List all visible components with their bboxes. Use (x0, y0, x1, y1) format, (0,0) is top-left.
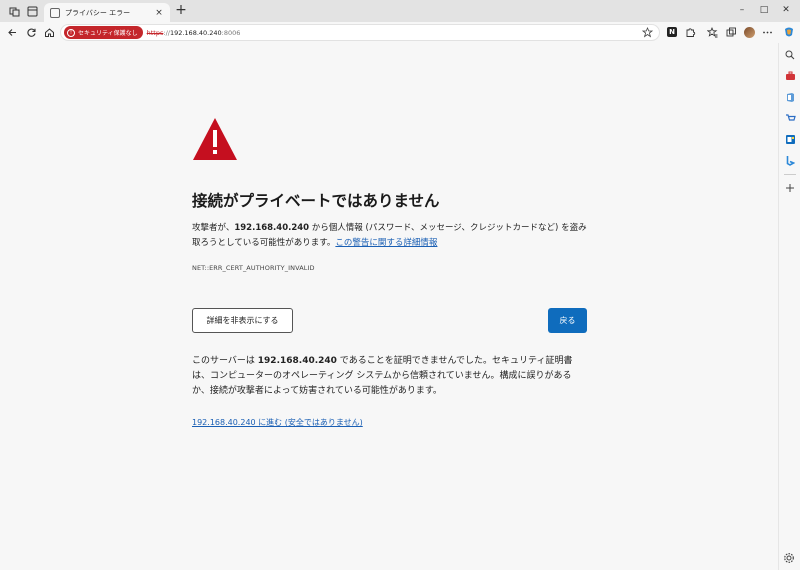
para1-prefix: 攻撃者が、 (192, 223, 235, 233)
security-badge-label: セキュリティ保護なし (78, 30, 138, 37)
warning-triangle-icon (193, 118, 237, 160)
office-icon (786, 92, 794, 102)
arrow-left-icon (7, 28, 16, 36)
sidebar-outlook-button[interactable] (784, 133, 796, 145)
security-badge[interactable]: ! セキュリティ保護なし (64, 26, 143, 39)
sidebar-divider (784, 174, 796, 175)
close-window-button[interactable]: ✕ (778, 3, 794, 17)
proceed-unsafe-link[interactable]: 192.168.40.240 に進む (安全ではありません) (192, 417, 363, 428)
n-icon: N (667, 27, 677, 37)
favorites-icon (706, 26, 717, 37)
home-button[interactable] (42, 25, 56, 39)
sidebar-office-button[interactable] (784, 91, 796, 103)
gear-icon[interactable] (783, 552, 795, 564)
collections-icon (726, 27, 736, 36)
sidebar-bing-button[interactable] (784, 154, 796, 166)
url-port: :8006 (221, 28, 241, 37)
learn-more-link[interactable]: この警告に関する詳細情報 (335, 238, 437, 248)
refresh-icon (26, 28, 36, 37)
search-icon (785, 50, 795, 60)
favorites-button[interactable] (706, 26, 718, 38)
copilot-button[interactable] (783, 26, 795, 38)
back-to-safety-button[interactable]: 戻る (548, 308, 587, 333)
url-separator: :// (163, 28, 170, 37)
settings-menu-button[interactable] (761, 26, 773, 38)
right-sidebar (778, 43, 800, 570)
warning-description: 攻撃者が、192.168.40.240 から個人情報 (パスワード、メッセージ、… (192, 221, 592, 251)
shopping-icon (785, 114, 796, 121)
details-description: このサーバーは 192.168.40.240 であることを証明できませんでした。… (192, 354, 588, 399)
sidebar-add-button[interactable] (784, 182, 796, 194)
more-icon (762, 31, 772, 33)
maximize-button[interactable]: □ (756, 3, 772, 17)
toolbox-icon (785, 71, 795, 80)
hide-details-button[interactable]: 詳細を非表示にする (192, 308, 293, 333)
url-protocol: https (146, 28, 164, 37)
address-bar[interactable]: ! セキュリティ保護なし https://192.168.40.240:8006 (60, 24, 660, 41)
page-title: 接続がプライベートではありません (192, 192, 440, 210)
minimize-button[interactable]: – (734, 3, 750, 17)
avatar (743, 26, 755, 38)
outlook-icon (785, 134, 795, 144)
para1-host: 192.168.40.240 (234, 223, 310, 233)
refresh-button[interactable] (24, 25, 38, 39)
error-page: 接続がプライベートではありません 攻撃者が、192.168.40.240 から個… (0, 43, 778, 570)
tab-title: プライバシー エラー (65, 8, 131, 17)
sidebar-shopping-button[interactable] (784, 112, 796, 124)
url-host: 192.168.40.240 (169, 28, 222, 37)
warning-icon: ! (67, 28, 75, 37)
add-icon (786, 184, 794, 192)
para2-prefix: このサーバーは (192, 356, 258, 366)
url-text[interactable]: https://192.168.40.240:8006 (147, 29, 241, 37)
favorite-star-icon[interactable] (642, 27, 653, 38)
home-icon (44, 27, 54, 37)
sidebar-search-button[interactable] (784, 49, 796, 61)
puzzle-icon (686, 27, 695, 37)
extension-n-button[interactable]: N (666, 26, 678, 38)
tab-privacy-error[interactable]: プライバシー エラー × (44, 3, 170, 22)
browser-toolbar: ! セキュリティ保護なし https://192.168.40.240:8006… (0, 22, 800, 43)
tab-close-button[interactable]: × (154, 8, 164, 18)
tab-actions-icon[interactable] (24, 3, 40, 19)
sidebar-toolbox-button[interactable] (784, 70, 796, 82)
tab-bar: プライバシー エラー × + – □ ✕ (0, 0, 800, 22)
para2-host: 192.168.40.240 (257, 356, 337, 366)
extension-button[interactable] (684, 26, 696, 38)
copilot-icon (785, 27, 793, 37)
profile-button[interactable] (743, 26, 755, 38)
workspaces-icon[interactable] (6, 3, 22, 19)
back-nav-button[interactable] (5, 25, 19, 39)
new-tab-button[interactable]: + (174, 3, 188, 19)
page-icon (50, 7, 60, 18)
error-code: NET::ERR_CERT_AUTHORITY_INVALID (192, 264, 315, 272)
collections-button[interactable] (725, 26, 737, 38)
bing-icon (786, 155, 795, 166)
